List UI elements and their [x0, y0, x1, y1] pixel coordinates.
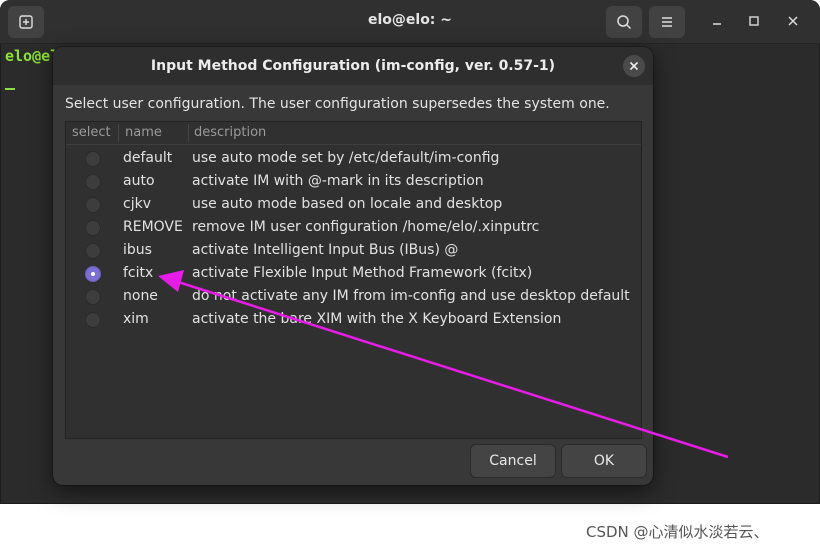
watermark-text: CSDN @心清似水淡若云、 — [586, 523, 769, 541]
annotation-arrow — [158, 270, 729, 459]
arrow-head — [158, 270, 184, 292]
arrow-line — [174, 279, 729, 459]
